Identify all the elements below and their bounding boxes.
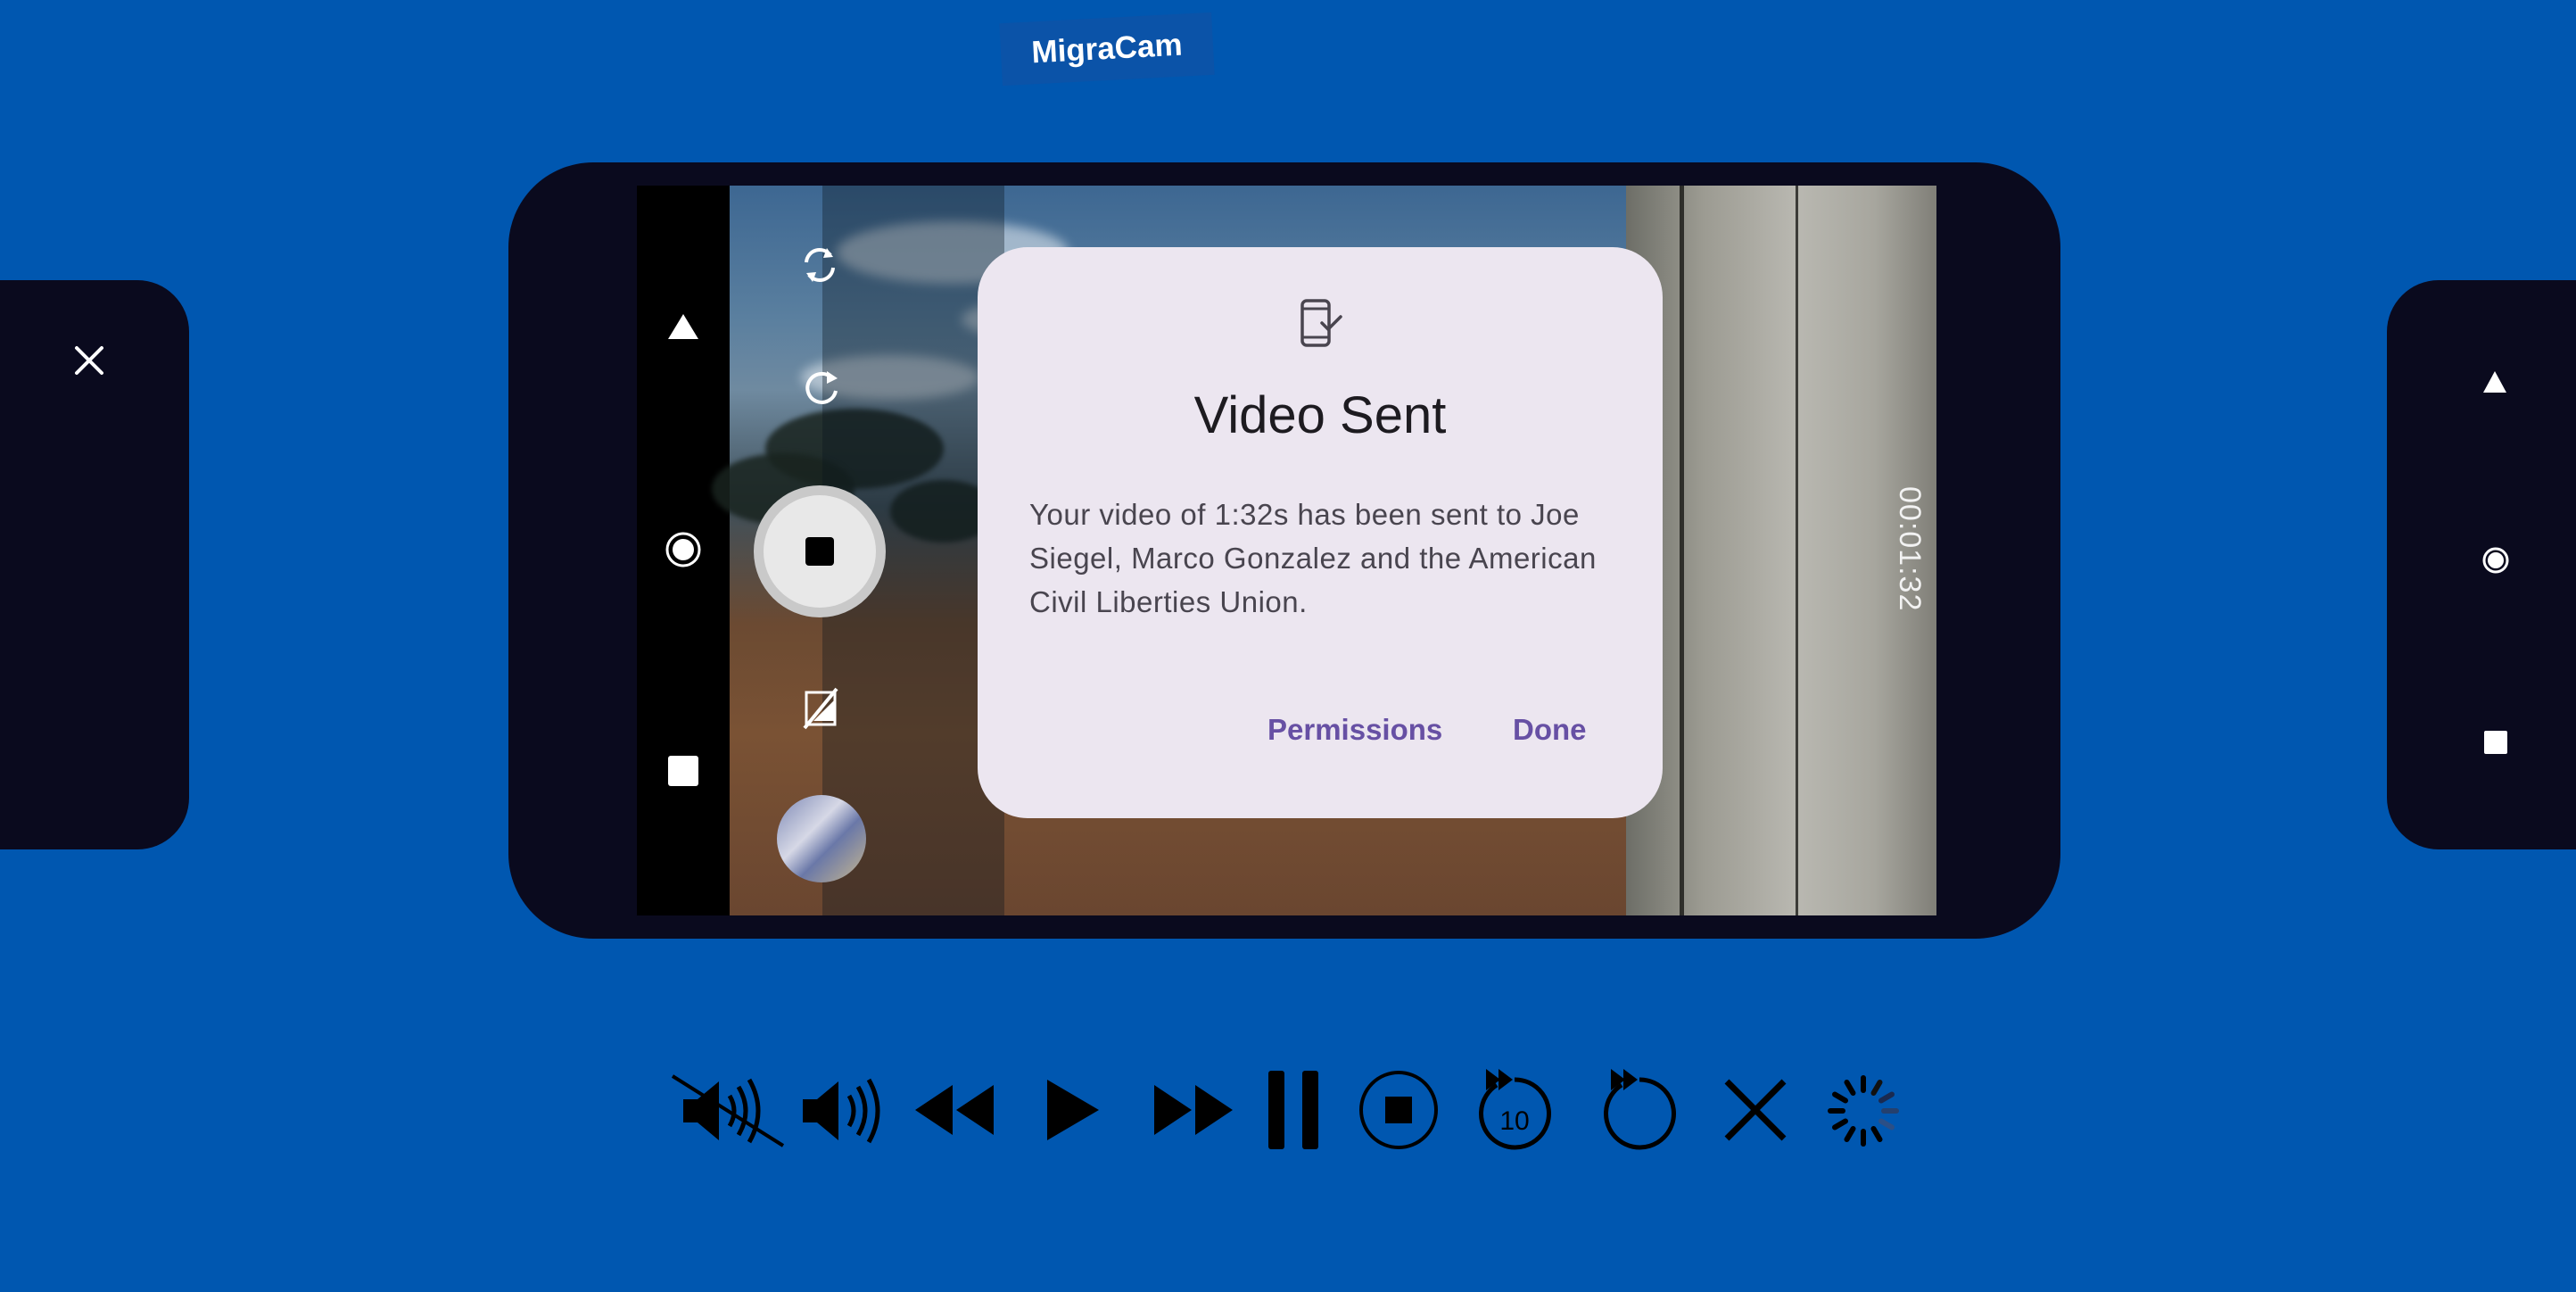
close-icon[interactable] [71,343,107,378]
flash-off-icon[interactable] [801,687,840,730]
svg-text:10: 10 [1499,1106,1529,1136]
replay-10-icon[interactable]: 10 [1470,1062,1556,1155]
stop-icon [805,537,834,566]
nav-home-icon[interactable] [665,531,702,568]
loading-spinner-icon [1828,1075,1899,1147]
phone-check-icon [1300,299,1342,347]
play-icon[interactable] [1044,1076,1102,1144]
gallery-thumbnail[interactable] [777,795,866,882]
dialog-title: Video Sent [1193,386,1447,444]
rewind-icon[interactable] [912,1081,997,1139]
permissions-button[interactable]: Permissions [1267,705,1442,755]
wall [1626,186,1936,915]
volume-muted-icon[interactable] [671,1071,785,1151]
pause-icon[interactable] [1265,1069,1322,1151]
replay-icon[interactable] [1595,1062,1680,1155]
rotate-icon[interactable] [800,366,843,409]
nav-back-icon[interactable] [2481,369,2508,394]
dialog-body: Your video of 1:32s has been sent to Joe… [1029,498,1597,618]
left-side-panel [0,280,189,849]
nav-recents-icon[interactable] [2483,730,2508,755]
fast-forward-icon[interactable] [1151,1081,1236,1139]
nav-recents-icon[interactable] [667,755,699,787]
right-side-panel [2387,280,2576,849]
video-sent-dialog: Video Sent Your video of 1:32s has been … [978,247,1663,818]
nav-back-icon[interactable] [666,312,700,341]
migracam-logo: MigraCam [999,12,1215,87]
stop-circle-icon[interactable] [1358,1069,1440,1151]
recording-timer: 00:01:32 [1893,485,1927,612]
done-button[interactable]: Done [1513,705,1587,755]
volume-icon[interactable] [799,1071,892,1151]
phone-navbar [637,186,730,915]
close-icon[interactable] [1721,1076,1789,1144]
nav-home-icon[interactable] [2481,546,2510,575]
switch-camera-icon[interactable] [797,241,842,289]
